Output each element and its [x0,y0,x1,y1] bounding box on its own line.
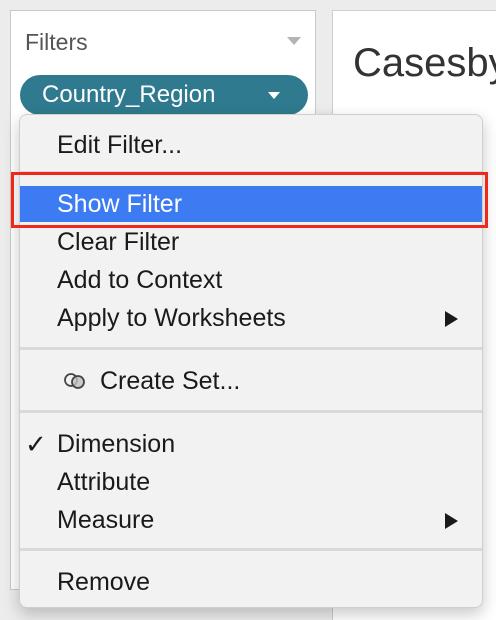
menu-item-label: Apply to Worksheets [57,304,286,332]
submenu-arrow-icon [445,513,458,529]
menu-item-remove[interactable]: Remove [20,564,482,600]
menu-item-clear-filter[interactable]: Clear Filter [20,224,482,260]
menu-item-label: Add to Context [57,266,223,294]
menu-item-measure[interactable]: Measure [20,502,482,538]
chevron-down-icon[interactable] [287,37,301,45]
menu-item-create-set[interactable]: Create Set... [20,363,482,399]
filter-pill-label: Country_Region [42,81,216,108]
menu-item-dimension[interactable]: ✓ Dimension [20,426,482,462]
highlight-annotation-box [11,172,488,228]
menu-separator [20,347,482,350]
worksheet-title: Casesby [353,41,496,85]
menu-item-label: Dimension [57,430,176,458]
menu-item-add-to-context[interactable]: Add to Context [20,262,482,298]
page: Casesby Filters Country_Region Edit Filt… [0,0,496,620]
menu-item-attribute[interactable]: Attribute [20,464,482,500]
set-icon [64,373,85,389]
menu-item-edit-filter[interactable]: Edit Filter... [20,127,482,163]
submenu-arrow-icon [445,311,458,327]
menu-item-label: Remove [57,568,151,596]
menu-item-label: Attribute [57,468,151,496]
menu-item-label: Clear Filter [57,228,180,256]
menu-separator [20,548,482,551]
menu-item-apply-to-worksheets[interactable]: Apply to Worksheets [20,300,482,336]
menu-item-label: Measure [57,506,155,534]
menu-item-label: Edit Filter... [57,131,183,159]
menu-item-label: Create Set... [100,367,241,395]
pill-dropdown-icon[interactable] [268,92,280,99]
menu-separator [20,410,482,413]
checkmark-icon: ✓ [25,429,47,459]
country-region-filter-pill[interactable]: Country_Region [20,75,308,115]
filters-shelf-title: Filters [25,29,88,55]
